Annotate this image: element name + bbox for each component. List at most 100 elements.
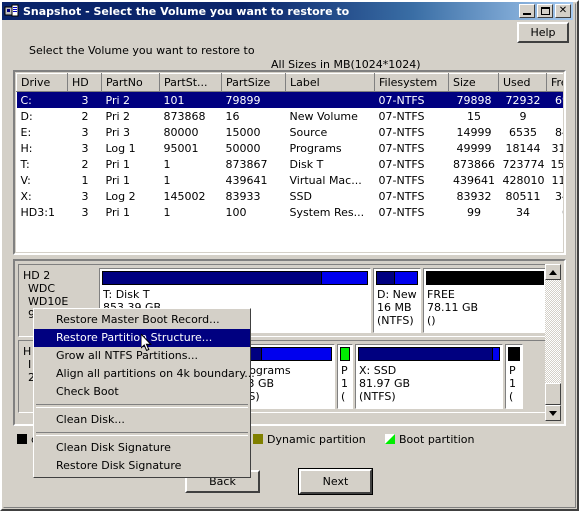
- column-header-partsize[interactable]: PartSize: [221, 73, 286, 92]
- scrollbar-thumb[interactable]: [545, 383, 561, 405]
- table-row[interactable]: HD3:1 3 Pri 1 1 100 System Res... 07-NTFS 99 34 6…: [17, 204, 564, 220]
- partition-info: D: New 16 MB (NTFS): [377, 288, 418, 327]
- partition-info: X: SSD 81.97 GB (NTFS): [359, 364, 500, 403]
- partition-block[interactable]: P1(: [505, 344, 523, 409]
- help-button[interactable]: Help: [517, 22, 569, 43]
- drive-cell: H:: [20, 141, 33, 155]
- column-header-used[interactable]: Used: [498, 73, 547, 92]
- filesystem-cell: 07-NTFS: [378, 141, 425, 155]
- scroll-up-button[interactable]: [545, 264, 561, 280]
- title-bar: Snapshot - Select the Volume you want to…: [2, 2, 573, 20]
- column-header-hd[interactable]: HD: [67, 73, 102, 92]
- label-cell: Source: [289, 125, 328, 139]
- partition-free-fill: [261, 348, 331, 360]
- volume-list-inner: Drive HD PartNo PartSt... PartSize Label…: [15, 72, 564, 253]
- size-cell: 49999: [456, 141, 492, 155]
- column-header-partstart[interactable]: PartSt...: [159, 73, 222, 92]
- context-menu-item[interactable]: Align all partitions on 4k boundary...: [34, 365, 255, 383]
- size-cell: 873866: [453, 157, 495, 171]
- table-row[interactable]: E: 3 Pri 3 80000 15000 Source 07-NTFS 14999 6535…: [17, 124, 564, 140]
- disk-map-scrollbar[interactable]: [545, 264, 561, 421]
- filesystem-cell: 07-NTFS: [378, 173, 425, 187]
- table-row[interactable]: D: 2 Pri 2 873868 16 New Volume 07-NTFS 15 9 6: [17, 108, 564, 124]
- partition-name: T: Disk T: [103, 288, 150, 301]
- context-menu-item[interactable]: Restore Master Boot Record...: [34, 311, 250, 329]
- hd-cell: 3: [81, 141, 89, 155]
- partition-used-fill: [103, 272, 323, 284]
- scroll-down-button[interactable]: [545, 405, 561, 421]
- context-menu-item[interactable]: Grow all NTFS Partitions...: [34, 347, 250, 365]
- partsize-cell: 50000: [225, 141, 261, 155]
- partsize-cell: 873867: [225, 157, 268, 171]
- partition-usage-bar: [358, 347, 500, 361]
- label-cell: [285, 91, 375, 108]
- context-menu-item[interactable]: Restore Disk Signature: [34, 457, 250, 475]
- table-row[interactable]: T: 2 Pri 1 1 873867 Disk T 07-NTFS 873866 723774…: [17, 156, 564, 172]
- partition-usage-bar: [426, 271, 544, 285]
- partition-fs: (NTFS): [359, 390, 396, 403]
- used-cell: 72932: [498, 91, 547, 108]
- partition-usage-bar: [376, 271, 418, 285]
- table-row[interactable]: X: 3 Log 2 145002 83933 SSD 07-NTFS 83932 80511 3…: [17, 188, 564, 204]
- partition-free-fill: [493, 348, 499, 360]
- partition-fs: (NTFS): [377, 314, 414, 327]
- volume-list[interactable]: Drive HD PartNo PartSt... PartSize Label…: [13, 70, 566, 255]
- context-menu-item[interactable]: Clean Disk...: [34, 411, 250, 429]
- partition-info: P1(: [341, 364, 350, 403]
- next-button-label: Next: [299, 469, 372, 494]
- partition-block[interactable]: P1(: [337, 344, 353, 409]
- partition-usage-bar: [508, 347, 520, 361]
- drive-cell: C:: [16, 91, 68, 108]
- table-row[interactable]: H: 3 Log 1 95001 50000 Programs 07-NTFS 49999 18…: [17, 140, 564, 156]
- partstart-cell: 1: [163, 173, 171, 187]
- label-cell: Virtual Mac...: [289, 173, 362, 187]
- partition-block[interactable]: FREE 78.11 GB(): [423, 268, 547, 333]
- table-row[interactable]: V: 1 Pri 1 1 439641 Virtual Mac... 07-NTFS 4396…: [17, 172, 564, 188]
- column-header-free[interactable]: Free: [546, 73, 563, 92]
- hd-cell: 1: [81, 173, 89, 187]
- partno-cell: Pri 1: [105, 157, 131, 171]
- partition-block[interactable]: D: New 16 MB (NTFS): [373, 268, 421, 333]
- partsize-cell: 15000: [225, 125, 261, 139]
- legend-label: Dynamic partition: [267, 432, 366, 446]
- partno-cell: Pri 1: [105, 205, 131, 219]
- maximize-button[interactable]: [537, 4, 553, 18]
- context-menu-item[interactable]: Restore Partition Structure...: [34, 329, 250, 347]
- free-cell: 6966: [546, 91, 563, 108]
- partstart-cell: 80000: [163, 125, 199, 139]
- label-cell: New Volume: [289, 109, 358, 123]
- partstart-cell: 1: [163, 157, 171, 171]
- partition-free-fill: [395, 272, 417, 284]
- partition-fs: (): [427, 314, 436, 327]
- used-cell: 9: [519, 109, 527, 123]
- size-cell: 14999: [456, 125, 492, 139]
- column-header-partno[interactable]: PartNo: [101, 73, 160, 92]
- filesystem-cell: 07-NTFS: [378, 205, 425, 219]
- context-menu[interactable]: Restore Master Boot Record... Restore Par…: [33, 308, 255, 478]
- partition-name: D: New: [377, 288, 417, 301]
- context-menu-item[interactable]: Check Boot: [34, 383, 250, 401]
- partition-used-fill: [377, 272, 395, 284]
- minimize-button[interactable]: [519, 4, 535, 18]
- close-button[interactable]: ✕: [555, 4, 571, 18]
- column-header-size[interactable]: Size: [448, 73, 499, 92]
- disk-name: HD 2: [23, 269, 51, 282]
- used-cell: 723774: [502, 157, 545, 171]
- table-row[interactable]: C:3Pri 210179899 07-NTFS79898729326966: [16, 91, 563, 108]
- app-icon: [4, 3, 20, 19]
- partition-block[interactable]: X: SSD 81.97 GB (NTFS): [355, 344, 503, 409]
- column-header-filesystem[interactable]: Filesystem: [374, 73, 449, 92]
- partsize-cell: 16: [225, 109, 240, 123]
- partsize-cell: 79899: [221, 91, 286, 108]
- column-header-label[interactable]: Label: [285, 73, 375, 92]
- next-button[interactable]: Next: [298, 468, 373, 495]
- partition-fs: (: [341, 390, 346, 403]
- volume-table: Drive HD PartNo PartSt... PartSize Label…: [16, 73, 564, 220]
- label-cell: SSD: [289, 189, 312, 203]
- used-cell: 18144: [505, 141, 541, 155]
- column-header-drive[interactable]: Drive: [16, 73, 68, 92]
- arrow-down-icon: [549, 410, 557, 416]
- free-cell: 11631: [551, 173, 564, 187]
- partition-size: 78.11 GB: [427, 301, 479, 314]
- context-menu-item[interactable]: Clean Disk Signature: [34, 439, 250, 457]
